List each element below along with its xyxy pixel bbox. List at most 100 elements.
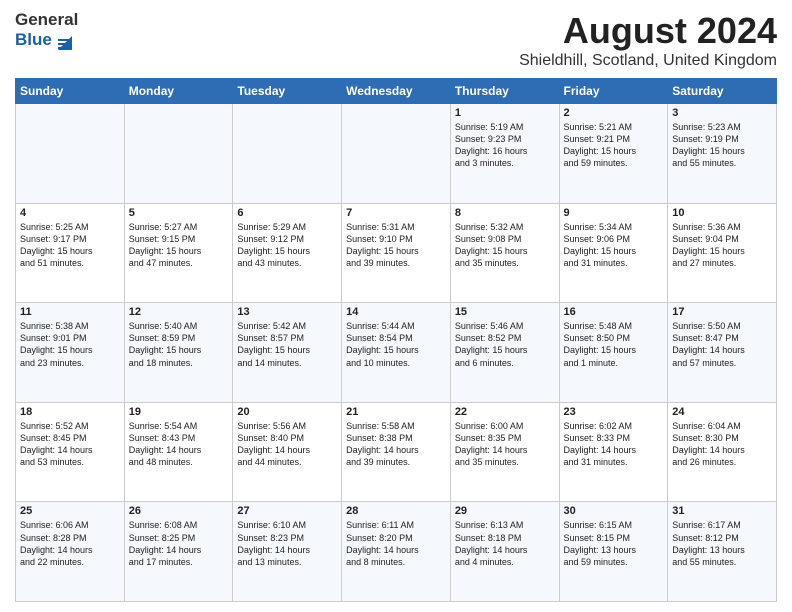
day-number: 21 <box>346 406 446 418</box>
day-number: 22 <box>455 406 555 418</box>
day-number: 16 <box>564 306 664 318</box>
day-cell: 3 Sunrise: 5:23 AMSunset: 9:19 PMDaylight… <box>668 104 777 204</box>
day-cell: 13 Sunrise: 5:42 AMSunset: 8:57 PMDayligh… <box>233 303 342 403</box>
day-cell <box>16 104 125 204</box>
day-info: Sunrise: 5:34 AMSunset: 9:06 PMDaylight:… <box>564 221 664 270</box>
day-info: Sunrise: 5:23 AMSunset: 9:19 PMDaylight:… <box>672 121 772 170</box>
day-cell: 28 Sunrise: 6:11 AMSunset: 8:20 PMDayligh… <box>342 502 451 602</box>
day-number: 19 <box>129 406 229 418</box>
day-info: Sunrise: 5:56 AMSunset: 8:40 PMDaylight:… <box>237 420 337 469</box>
day-number: 17 <box>672 306 772 318</box>
day-info: Sunrise: 6:06 AMSunset: 8:28 PMDaylight:… <box>20 519 120 568</box>
month-title: August 2024 <box>519 10 777 52</box>
day-number: 14 <box>346 306 446 318</box>
day-cell: 22 Sunrise: 6:00 AMSunset: 8:35 PMDayligh… <box>450 402 559 502</box>
day-info: Sunrise: 6:10 AMSunset: 8:23 PMDaylight:… <box>237 519 337 568</box>
day-cell: 31Sunrise: 6:17 AMSunset: 8:12 PMDayligh… <box>668 502 777 602</box>
day-cell: 15Sunrise: 5:46 AMSunset: 8:52 PMDayligh… <box>450 303 559 403</box>
day-info: Sunrise: 5:29 AMSunset: 9:12 PMDaylight:… <box>237 221 337 270</box>
day-number: 12 <box>129 306 229 318</box>
logo-wrapper: General Blue <box>15 10 78 51</box>
day-cell: 30 Sunrise: 6:15 AMSunset: 8:15 PMDayligh… <box>559 502 668 602</box>
day-number: 18 <box>20 406 120 418</box>
day-info: Sunrise: 5:42 AMSunset: 8:57 PMDaylight:… <box>237 320 337 369</box>
day-cell: 25 Sunrise: 6:06 AMSunset: 8:28 PMDayligh… <box>16 502 125 602</box>
day-info: Sunrise: 5:52 AMSunset: 8:45 PMDaylight:… <box>20 420 120 469</box>
day-number: 30 <box>564 505 664 517</box>
day-cell: 20 Sunrise: 5:56 AMSunset: 8:40 PMDayligh… <box>233 402 342 502</box>
day-cell: 4 Sunrise: 5:25 AMSunset: 9:17 PMDaylight… <box>16 203 125 303</box>
day-number: 1 <box>455 107 555 119</box>
week-row-3: 18 Sunrise: 5:52 AMSunset: 8:45 PMDayligh… <box>16 402 777 502</box>
day-info: Sunrise: 5:36 AMSunset: 9:04 PMDaylight:… <box>672 221 772 270</box>
day-info: Sunrise: 5:19 AMSunset: 9:23 PMDaylight:… <box>455 121 555 170</box>
day-cell: 29 Sunrise: 6:13 AMSunset: 8:18 PMDayligh… <box>450 502 559 602</box>
day-info: Sunrise: 6:00 AMSunset: 8:35 PMDaylight:… <box>455 420 555 469</box>
day-cell: 18 Sunrise: 5:52 AMSunset: 8:45 PMDayligh… <box>16 402 125 502</box>
day-cell: 11 Sunrise: 5:38 AMSunset: 9:01 PMDayligh… <box>16 303 125 403</box>
day-cell: 9 Sunrise: 5:34 AMSunset: 9:06 PMDaylight… <box>559 203 668 303</box>
day-cell: 17 Sunrise: 5:50 AMSunset: 8:47 PMDayligh… <box>668 303 777 403</box>
day-number: 25 <box>20 505 120 517</box>
day-number: 20 <box>237 406 337 418</box>
day-info: Sunrise: 6:02 AMSunset: 8:33 PMDaylight:… <box>564 420 664 469</box>
day-number: 5 <box>129 207 229 219</box>
day-cell: 12Sunrise: 5:40 AMSunset: 8:59 PMDayligh… <box>124 303 233 403</box>
day-number: 31 <box>672 505 772 517</box>
logo-general: General <box>15 10 78 30</box>
title-area: August 2024 Shieldhill, Scotland, United… <box>519 10 777 70</box>
day-number: 7 <box>346 207 446 219</box>
day-cell: 10 Sunrise: 5:36 AMSunset: 9:04 PMDayligh… <box>668 203 777 303</box>
day-info: Sunrise: 6:08 AMSunset: 8:25 PMDaylight:… <box>129 519 229 568</box>
week-row-4: 25 Sunrise: 6:06 AMSunset: 8:28 PMDayligh… <box>16 502 777 602</box>
day-number: 4 <box>20 207 120 219</box>
location: Shieldhill, Scotland, United Kingdom <box>519 52 777 70</box>
col-header-saturday: Saturday <box>668 79 777 104</box>
day-number: 8 <box>455 207 555 219</box>
day-cell: 8Sunrise: 5:32 AMSunset: 9:08 PMDaylight… <box>450 203 559 303</box>
day-number: 10 <box>672 207 772 219</box>
logo-blue: Blue <box>15 30 52 50</box>
day-number: 9 <box>564 207 664 219</box>
logo: General Blue <box>15 10 78 51</box>
day-number: 27 <box>237 505 337 517</box>
week-row-0: 1 Sunrise: 5:19 AMSunset: 9:23 PMDaylight… <box>16 104 777 204</box>
day-info: Sunrise: 5:50 AMSunset: 8:47 PMDaylight:… <box>672 320 772 369</box>
day-info: Sunrise: 6:11 AMSunset: 8:20 PMDaylight:… <box>346 519 446 568</box>
day-number: 3 <box>672 107 772 119</box>
day-info: Sunrise: 6:13 AMSunset: 8:18 PMDaylight:… <box>455 519 555 568</box>
day-cell: 19Sunrise: 5:54 AMSunset: 8:43 PMDayligh… <box>124 402 233 502</box>
col-header-tuesday: Tuesday <box>233 79 342 104</box>
day-info: Sunrise: 5:38 AMSunset: 9:01 PMDaylight:… <box>20 320 120 369</box>
page: General Blue August 2024 Shieldhill, Sco… <box>0 0 792 612</box>
day-number: 2 <box>564 107 664 119</box>
day-info: Sunrise: 5:21 AMSunset: 9:21 PMDaylight:… <box>564 121 664 170</box>
day-number: 6 <box>237 207 337 219</box>
day-info: Sunrise: 5:31 AMSunset: 9:10 PMDaylight:… <box>346 221 446 270</box>
day-number: 13 <box>237 306 337 318</box>
day-cell: 26Sunrise: 6:08 AMSunset: 8:25 PMDayligh… <box>124 502 233 602</box>
day-number: 23 <box>564 406 664 418</box>
day-info: Sunrise: 6:04 AMSunset: 8:30 PMDaylight:… <box>672 420 772 469</box>
day-number: 28 <box>346 505 446 517</box>
day-info: Sunrise: 5:25 AMSunset: 9:17 PMDaylight:… <box>20 221 120 270</box>
day-cell: 23 Sunrise: 6:02 AMSunset: 8:33 PMDayligh… <box>559 402 668 502</box>
day-info: Sunrise: 5:58 AMSunset: 8:38 PMDaylight:… <box>346 420 446 469</box>
day-number: 11 <box>20 306 120 318</box>
day-info: Sunrise: 5:46 AMSunset: 8:52 PMDaylight:… <box>455 320 555 369</box>
col-header-sunday: Sunday <box>16 79 125 104</box>
day-info: Sunrise: 5:27 AMSunset: 9:15 PMDaylight:… <box>129 221 229 270</box>
day-cell <box>124 104 233 204</box>
logo-icon <box>54 32 76 50</box>
day-cell: 2 Sunrise: 5:21 AMSunset: 9:21 PMDaylight… <box>559 104 668 204</box>
day-info: Sunrise: 5:48 AMSunset: 8:50 PMDaylight:… <box>564 320 664 369</box>
col-header-monday: Monday <box>124 79 233 104</box>
day-info: Sunrise: 6:15 AMSunset: 8:15 PMDaylight:… <box>564 519 664 568</box>
header: General Blue August 2024 Shieldhill, Sco… <box>15 10 777 70</box>
day-cell <box>233 104 342 204</box>
day-cell: 21 Sunrise: 5:58 AMSunset: 8:38 PMDayligh… <box>342 402 451 502</box>
col-header-thursday: Thursday <box>450 79 559 104</box>
day-number: 29 <box>455 505 555 517</box>
calendar-table: SundayMondayTuesdayWednesdayThursdayFrid… <box>15 78 777 602</box>
day-cell: 14Sunrise: 5:44 AMSunset: 8:54 PMDayligh… <box>342 303 451 403</box>
